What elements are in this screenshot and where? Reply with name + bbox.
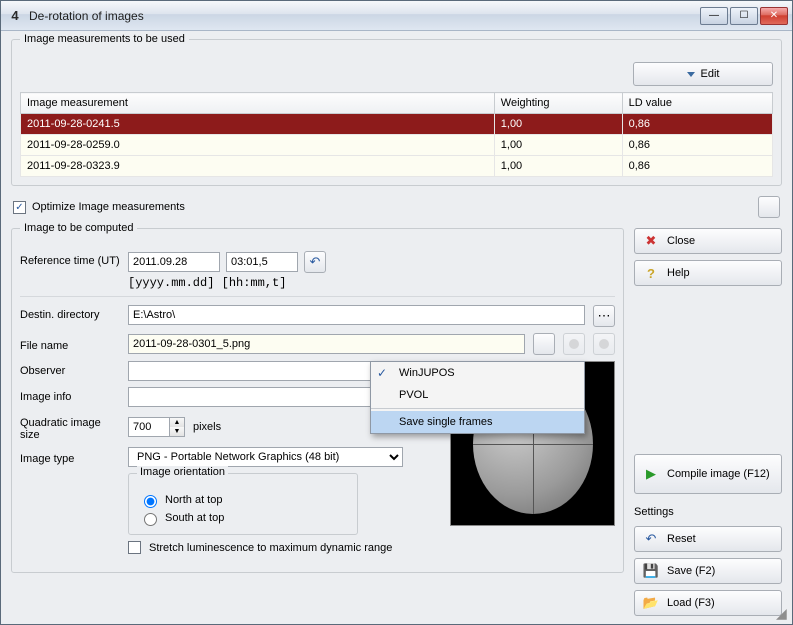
spin-down[interactable]: ▼ [170, 427, 184, 436]
optimize-label: Optimize Image measurements [32, 201, 185, 213]
menu-item-winjupos[interactable]: ✓ WinJUPOS [371, 362, 584, 384]
compute-legend: Image to be computed [20, 222, 137, 234]
chevron-down-icon [687, 72, 695, 77]
orientation-row: Image orientation North at top South at … [20, 473, 440, 535]
ref-time-row: Reference time (UT) ↶ [yyyy.mm.dd] [hh:m… [20, 251, 615, 290]
sidebar: ✖ Close ? Help ▶ Compile image (F12) Set… [634, 228, 782, 616]
ref-time-input[interactable] [226, 252, 298, 272]
ref-time-label: Reference time (UT) [20, 251, 120, 267]
ref-date-input[interactable] [128, 252, 220, 272]
ref-hint: [yyyy.mm.dd] [hh:mm,t] [128, 276, 326, 290]
help-button[interactable]: ? Help [634, 260, 782, 286]
close-icon: ✖ [643, 233, 659, 249]
filename-row: File name [20, 333, 615, 355]
orient-south-option[interactable]: South at top [139, 510, 347, 526]
optimize-row: ✓ Optimize Image measurements [11, 190, 782, 224]
measurements-group: Image measurements to be used Edit Image… [11, 39, 782, 186]
record-button-1 [563, 333, 585, 355]
size-spinner[interactable]: ▲▼ [128, 417, 185, 437]
browse-directory-button[interactable] [593, 305, 615, 327]
close-button[interactable]: ✖ Close [634, 228, 782, 254]
undo-icon: ↶ [310, 254, 321, 270]
stretch-row: Stretch luminescence to maximum dynamic … [20, 541, 440, 554]
size-input[interactable] [128, 417, 170, 437]
col-weighting[interactable]: Weighting [494, 93, 622, 114]
circle-icon [569, 339, 579, 349]
filename-menu-button[interactable] [533, 333, 555, 355]
load-button[interactable]: 📂 Load (F3) [634, 590, 782, 616]
compile-button[interactable]: ▶ Compile image (F12) [634, 454, 782, 494]
info-label: Image info [20, 387, 120, 403]
table-row[interactable]: 2011-09-28-0323.9 1,00 0,86 [21, 156, 773, 177]
stretch-checkbox[interactable] [128, 541, 141, 554]
content: Image measurements to be used Edit Image… [1, 31, 792, 624]
app-icon: 4 [7, 8, 23, 24]
size-label: Quadratic image size [20, 413, 120, 441]
orient-north-option[interactable]: North at top [139, 492, 347, 508]
orient-south-radio[interactable] [144, 513, 157, 526]
resize-grip[interactable]: ◢ [776, 608, 790, 622]
settings-label: Settings [634, 506, 782, 518]
edit-button[interactable]: Edit [633, 62, 773, 86]
observer-label: Observer [20, 361, 120, 377]
save-icon: 💾 [643, 563, 659, 579]
table-header-row: Image measurement Weighting LD value [21, 93, 773, 114]
record-button-2 [593, 333, 615, 355]
collapse-button[interactable] [758, 196, 780, 218]
titlebar: 4 De-rotation of images — ☐ ✕ [1, 1, 792, 31]
orientation-legend: Image orientation [137, 466, 228, 478]
close-window-button[interactable]: ✕ [760, 7, 788, 25]
orient-north-radio[interactable] [144, 495, 157, 508]
undo-icon: ↶ [643, 531, 659, 547]
menu-item-save-frames[interactable]: Save single frames [371, 411, 584, 433]
check-icon: ✓ [377, 366, 387, 380]
size-unit: pixels [193, 421, 221, 433]
window-controls: — ☐ ✕ [700, 7, 788, 25]
spin-up[interactable]: ▲ [170, 418, 184, 427]
menu-item-pvol[interactable]: PVOL [371, 384, 584, 406]
filename-input[interactable] [128, 334, 525, 354]
circle-icon [599, 339, 609, 349]
folder-icon: 📂 [643, 595, 659, 611]
table-row[interactable]: 2011-09-28-0241.5 1,00 0,86 [21, 114, 773, 135]
measurements-table: Image measurement Weighting LD value 201… [20, 92, 773, 177]
measurements-legend: Image measurements to be used [20, 33, 189, 45]
stretch-label: Stretch luminescence to maximum dynamic … [149, 542, 392, 554]
orientation-group: Image orientation North at top South at … [128, 473, 358, 535]
type-row: Image type PNG - Portable Network Graphi… [20, 447, 440, 467]
reset-button[interactable]: ↶ Reset [634, 526, 782, 552]
directory-label: Destin. directory [20, 305, 120, 321]
type-label: Image type [20, 449, 120, 465]
directory-input[interactable] [128, 305, 585, 325]
filename-dropdown: ✓ WinJUPOS PVOL Save single frames [370, 361, 585, 434]
col-ld[interactable]: LD value [622, 93, 772, 114]
reset-time-button[interactable]: ↶ [304, 251, 326, 273]
type-select[interactable]: PNG - Portable Network Graphics (48 bit) [128, 447, 403, 467]
help-icon: ? [643, 265, 659, 281]
table-row[interactable]: 2011-09-28-0259.0 1,00 0,86 [21, 135, 773, 156]
filename-label: File name [20, 336, 120, 352]
optimize-checkbox[interactable]: ✓ [13, 201, 26, 214]
window-title: De-rotation of images [29, 9, 700, 23]
edit-label: Edit [701, 68, 720, 80]
col-measurement[interactable]: Image measurement [21, 93, 495, 114]
save-button[interactable]: 💾 Save (F2) [634, 558, 782, 584]
play-icon: ▶ [643, 466, 659, 482]
directory-row: Destin. directory [20, 305, 615, 327]
maximize-button[interactable]: ☐ [730, 7, 758, 25]
window: 4 De-rotation of images — ☐ ✕ Image meas… [0, 0, 793, 625]
minimize-button[interactable]: — [700, 7, 728, 25]
